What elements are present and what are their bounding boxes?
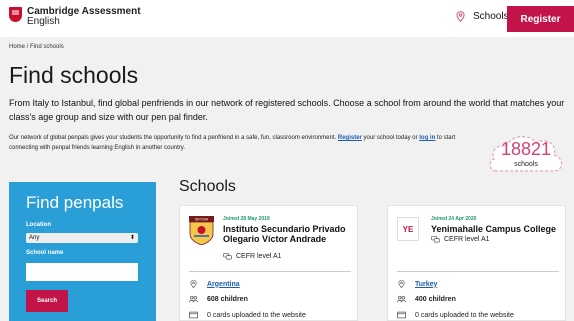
postcard-icon: [189, 311, 198, 319]
site-header: Cambridge Assessment English Schools Reg…: [0, 0, 574, 37]
joined-date: Joined 24 Apr 2020: [431, 216, 477, 222]
cards-uploaded-row: 0 cards uploaded to the website: [189, 311, 306, 319]
page-title: Find schools: [9, 62, 139, 88]
school-card[interactable]: YE Joined 24 Apr 2020 Yenimahalle Campus…: [387, 205, 566, 321]
logo-text: Cambridge Assessment English: [27, 7, 141, 27]
cefr-level-text: CEFR level A1: [444, 236, 490, 243]
country-row: Argentina: [189, 280, 240, 288]
card-divider: [189, 271, 351, 272]
crest-text: ISPOVA: [195, 218, 209, 222]
register-link[interactable]: Register: [338, 135, 362, 141]
school-counter-badge: 18821 schools: [486, 131, 566, 175]
cefr-level-text: CEFR level A1: [236, 253, 282, 260]
school-logo: YE: [397, 217, 419, 241]
find-penpals-panel: Find penpals Location Any ⬍ School name …: [9, 182, 156, 321]
cefr-level: CEFR level A1: [223, 253, 282, 260]
breadcrumb[interactable]: Home / Find schools: [9, 44, 64, 50]
children-group-icon: [189, 295, 198, 303]
search-button[interactable]: Search: [26, 290, 68, 312]
register-button[interactable]: Register: [507, 6, 574, 32]
cards-uploaded-row: 0 cards uploaded to the website: [397, 311, 514, 319]
school-count-label: schools: [514, 161, 538, 168]
children-group-icon: [397, 295, 406, 303]
login-link[interactable]: log in: [419, 135, 435, 141]
logo-line-2: English: [27, 16, 60, 27]
location-pin-icon: [190, 280, 197, 288]
location-pin-icon: [456, 11, 465, 22]
children-row: 400 children: [397, 295, 456, 303]
school-crest-logo: ISPOVA: [189, 216, 214, 245]
country-link[interactable]: Argentina: [207, 281, 240, 288]
location-select-value: Any: [29, 235, 40, 241]
select-arrows-icon: ⬍: [129, 235, 135, 241]
shield-icon: [9, 7, 22, 22]
location-pin-icon: [398, 280, 405, 288]
joined-date: Joined 28 May 2019: [223, 216, 270, 222]
chat-bubbles-icon: [431, 236, 440, 243]
find-penpals-title: Find penpals: [26, 193, 124, 212]
school-card[interactable]: ISPOVA Joined 28 May 2019 Instituto Secu…: [179, 205, 358, 321]
country-link[interactable]: Turkey: [415, 281, 437, 288]
schools-heading: Schools: [179, 178, 236, 195]
intro-text: From Italy to Istanbul, find global penf…: [9, 98, 565, 122]
info-part-1: Our network of global penpals gives your…: [9, 135, 338, 141]
nav-schools-label: Schools: [473, 11, 509, 22]
school-count-value: 18821: [500, 139, 552, 159]
school-name-label: School name: [26, 250, 64, 256]
children-count: 608 children: [207, 295, 248, 303]
chat-bubbles-icon: [223, 253, 232, 260]
info-text: Our network of global penpals gives your…: [9, 133, 479, 153]
school-name[interactable]: Instituto Secundario Privado Olegario Ví…: [223, 224, 353, 244]
location-select[interactable]: Any ⬍: [26, 233, 138, 243]
children-count: 400 children: [415, 295, 456, 303]
nav-schools-link[interactable]: Schools: [456, 11, 509, 22]
location-label: Location: [26, 222, 51, 228]
info-part-2: your school today or: [361, 135, 420, 141]
children-row: 608 children: [189, 295, 248, 303]
school-name[interactable]: Yenimahalle Campus College: [431, 224, 561, 234]
cards-uploaded-text: 0 cards uploaded to the website: [415, 311, 514, 319]
country-row: Turkey: [397, 280, 437, 288]
cambridge-logo[interactable]: Cambridge Assessment English: [9, 7, 141, 27]
cards-uploaded-text: 0 cards uploaded to the website: [207, 311, 306, 319]
postcard-icon: [397, 311, 406, 319]
card-divider: [397, 271, 559, 272]
school-name-input[interactable]: [26, 263, 138, 281]
cefr-level: CEFR level A1: [431, 236, 490, 243]
